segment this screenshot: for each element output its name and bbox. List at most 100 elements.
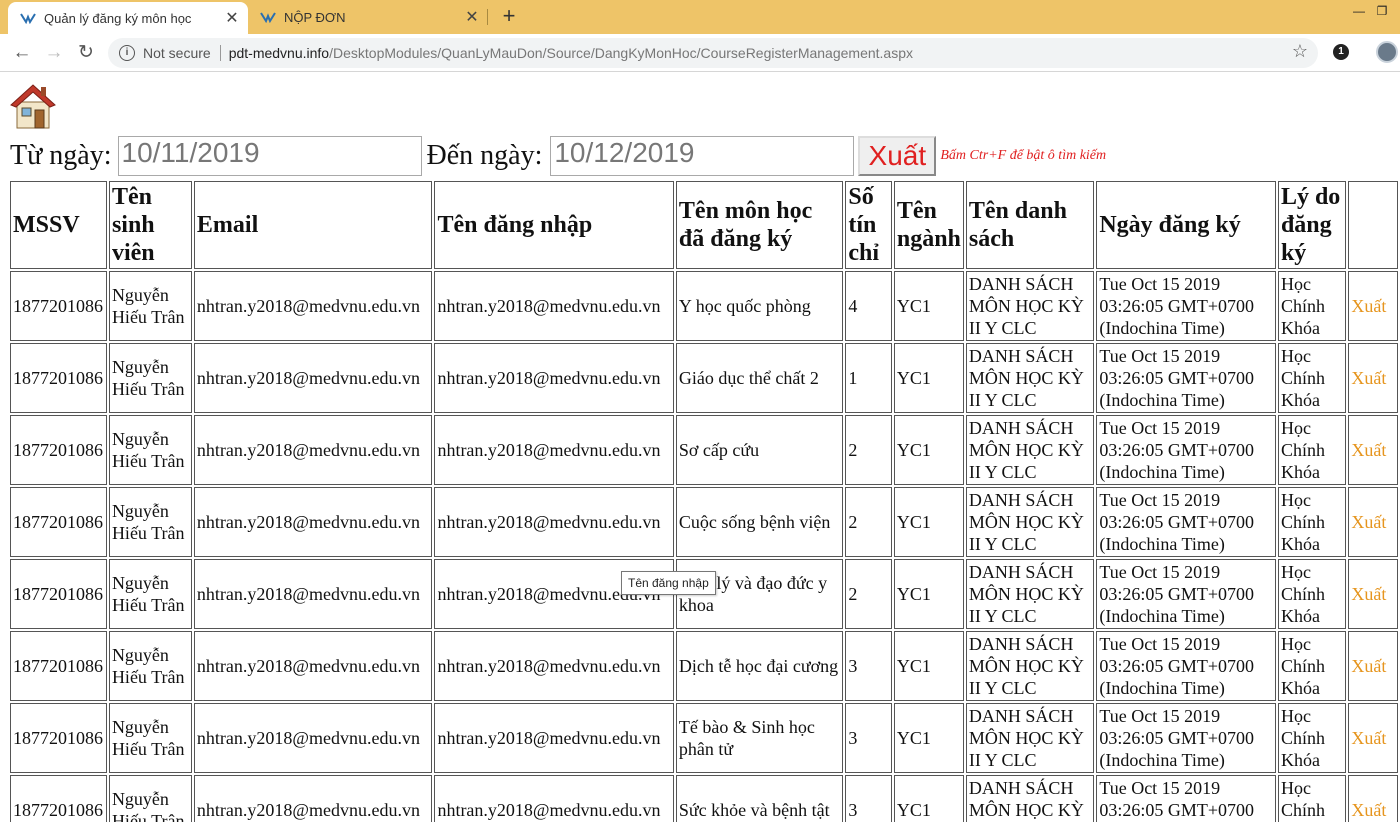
browser-tab-inactive[interactable]: NỘP ĐƠN ✕ xyxy=(248,0,488,34)
tab-close-icon[interactable]: ✕ xyxy=(222,8,242,28)
cell-username: nhtran.y2018@medvnu.edu.vn xyxy=(434,775,674,822)
export-link[interactable]: Xuất xyxy=(1348,343,1398,413)
cell-credits: 2 xyxy=(845,487,892,557)
cell-student-name: Nguyễn Hiếu Trân xyxy=(108,487,192,557)
cell-course: Giáo dục thể chất 2 xyxy=(675,343,844,413)
table-row: 1877201086 Nguyễn Hiếu Trân nhtran.y2018@m… xyxy=(10,487,1398,557)
tooltip: Tên đăng nhập xyxy=(621,571,716,595)
cell-course: Dịch tễ học đại cương xyxy=(675,631,844,701)
cell-list-name: DANH SÁCH MÔN HỌC KỲ II Y CLC xyxy=(965,559,1095,629)
tab-divider xyxy=(487,9,488,25)
from-date-input[interactable]: 10/11/2019 xyxy=(117,136,422,176)
cell-email: nhtran.y2018@medvnu.edu.vn xyxy=(193,631,433,701)
page-content: Từ ngày: 10/11/2019 Đến ngày: 10/12/2019… xyxy=(0,72,1400,822)
cell-student-name: Nguyễn Hiếu Trân xyxy=(108,703,192,773)
tab-close-icon[interactable]: ✕ xyxy=(462,7,482,27)
cell-major: YC1 xyxy=(893,703,964,773)
bookmark-star-icon[interactable]: ☆ xyxy=(1292,41,1308,62)
cell-student-name: Nguyễn Hiếu Trân xyxy=(108,343,192,413)
info-icon[interactable]: i xyxy=(119,45,135,61)
cell-list-name: DANH SÁCH MÔN HỌC KỲ II Y CLC xyxy=(965,271,1095,341)
column-header-register-date: Ngày đăng ký xyxy=(1096,181,1276,269)
column-header-mssv: MSSV xyxy=(10,181,107,269)
cell-credits: 1 xyxy=(845,343,892,413)
column-header-email: Email xyxy=(193,181,433,269)
cell-email: nhtran.y2018@medvnu.edu.vn xyxy=(193,271,433,341)
cell-credits: 2 xyxy=(845,415,892,485)
export-link[interactable]: Xuất xyxy=(1348,271,1398,341)
export-button[interactable]: Xuất xyxy=(858,136,937,176)
cell-credits: 4 xyxy=(845,271,892,341)
to-date-input[interactable]: 10/12/2019 xyxy=(550,136,855,176)
cell-student-name: Nguyễn Hiếu Trân xyxy=(108,271,192,341)
to-date-label: Đến ngày: xyxy=(426,140,543,171)
profile-avatar[interactable] xyxy=(1376,41,1398,63)
reload-icon[interactable]: ↻ xyxy=(73,40,99,66)
table-row: 1877201086 Nguyễn Hiếu Trân nhtran.y2018@m… xyxy=(10,271,1398,341)
cell-major: YC1 xyxy=(893,415,964,485)
restore-icon[interactable]: ❐ xyxy=(1372,2,1392,20)
cell-register-date: Tue Oct 15 2019 03:26:05 GMT+0700 (Indoc… xyxy=(1096,559,1276,629)
cell-course: Tế bào & Sinh học phân tử xyxy=(675,703,844,773)
cell-username: nhtran.y2018@medvnu.edu.vn xyxy=(434,487,674,557)
forward-arrow-icon[interactable]: → xyxy=(41,40,67,66)
cell-reason: Học Chính Khóa xyxy=(1277,631,1347,701)
column-header-course: Tên môn học đã đăng ký xyxy=(675,181,844,269)
cell-major: YC1 xyxy=(893,343,964,413)
export-link[interactable]: Xuất xyxy=(1348,487,1398,557)
export-link[interactable]: Xuất xyxy=(1348,775,1398,822)
home-icon[interactable] xyxy=(8,80,58,130)
cell-mssv: 1877201086 xyxy=(10,271,107,341)
cell-student-name: Nguyễn Hiếu Trân xyxy=(108,631,192,701)
browser-tab-strip: Quản lý đăng ký môn học ✕ NỘP ĐƠN ✕ + — … xyxy=(0,0,1400,34)
cell-reason: Học Chính Khóa xyxy=(1277,559,1347,629)
address-bar[interactable]: i Not secure pdt-medvnu.info/DesktopModu… xyxy=(108,38,1318,68)
cell-mssv: 1877201086 xyxy=(10,775,107,822)
column-header-credits: Số tín chỉ xyxy=(845,181,892,269)
table-header-row: MSSV Tên sinh viên Email Tên đăng nhập T… xyxy=(10,181,1398,269)
cell-email: nhtran.y2018@medvnu.edu.vn xyxy=(193,487,433,557)
cell-list-name: DANH SÁCH MÔN HỌC KỲ II Y CLC xyxy=(965,631,1095,701)
registration-table: MSSV Tên sinh viên Email Tên đăng nhập T… xyxy=(8,179,1400,822)
cell-credits: 3 xyxy=(845,631,892,701)
export-link[interactable]: Xuất xyxy=(1348,559,1398,629)
back-arrow-icon[interactable]: ← xyxy=(9,40,35,66)
cell-mssv: 1877201086 xyxy=(10,631,107,701)
table-row: 1877201086 Nguyễn Hiếu Trân nhtran.y2018@m… xyxy=(10,343,1398,413)
cell-major: YC1 xyxy=(893,271,964,341)
cell-register-date: Tue Oct 15 2019 03:26:05 GMT+0700 (Indoc… xyxy=(1096,415,1276,485)
url-host: pdt-medvnu.info xyxy=(228,45,330,61)
minimize-icon[interactable]: — xyxy=(1349,2,1369,20)
cell-course: Cuộc sống bệnh viện xyxy=(675,487,844,557)
cell-username: nhtran.y2018@medvnu.edu.vn xyxy=(434,631,674,701)
browser-tab-active[interactable]: Quản lý đăng ký môn học ✕ xyxy=(8,2,248,34)
export-link[interactable]: Xuất xyxy=(1348,415,1398,485)
cell-username: nhtran.y2018@medvnu.edu.vn xyxy=(434,703,674,773)
export-link[interactable]: Xuất xyxy=(1348,703,1398,773)
cell-list-name: DANH SÁCH MÔN HỌC KỲ II Y CLC xyxy=(965,415,1095,485)
cell-register-date: Tue Oct 15 2019 03:26:05 GMT+0700 (Indoc… xyxy=(1096,343,1276,413)
export-link[interactable]: Xuất xyxy=(1348,631,1398,701)
cell-reason: Học Chính Khóa xyxy=(1277,415,1347,485)
extension-icon[interactable]: 1 xyxy=(1333,44,1349,60)
cell-credits: 2 xyxy=(845,559,892,629)
cell-major: YC1 xyxy=(893,775,964,822)
cell-email: nhtran.y2018@medvnu.edu.vn xyxy=(193,559,433,629)
cell-register-date: Tue Oct 15 2019 03:26:05 GMT+0700 (Indoc… xyxy=(1096,271,1276,341)
cell-reason: Học Chính Khóa xyxy=(1277,775,1347,822)
table-row: 1877201086 Nguyễn Hiếu Trân nhtran.y2018@m… xyxy=(10,631,1398,701)
cell-list-name: DANH SÁCH MÔN HỌC KỲ II Y CLC xyxy=(965,343,1095,413)
cell-mssv: 1877201086 xyxy=(10,703,107,773)
tab-title: Quản lý đăng ký môn học xyxy=(44,10,192,26)
column-header-student-name: Tên sinh viên xyxy=(108,181,192,269)
from-date-label: Từ ngày: xyxy=(10,140,112,171)
table-row: 1877201086 Nguyễn Hiếu Trân nhtran.y2018@m… xyxy=(10,775,1398,822)
cell-list-name: DANH SÁCH MÔN HỌC KỲ II Y CLC xyxy=(965,487,1095,557)
cell-list-name: DANH SÁCH MÔN HỌC KỲ II Y CLC xyxy=(965,703,1095,773)
cell-register-date: Tue Oct 15 2019 03:26:05 GMT+0700 (Indoc… xyxy=(1096,703,1276,773)
table-row: 1877201086 Nguyễn Hiếu Trân nhtran.y2018@m… xyxy=(10,703,1398,773)
cell-course: Sức khỏe và bệnh tật xyxy=(675,775,844,822)
cell-username: nhtran.y2018@medvnu.edu.vn xyxy=(434,343,674,413)
cell-email: nhtran.y2018@medvnu.edu.vn xyxy=(193,415,433,485)
new-tab-button[interactable]: + xyxy=(497,4,521,28)
